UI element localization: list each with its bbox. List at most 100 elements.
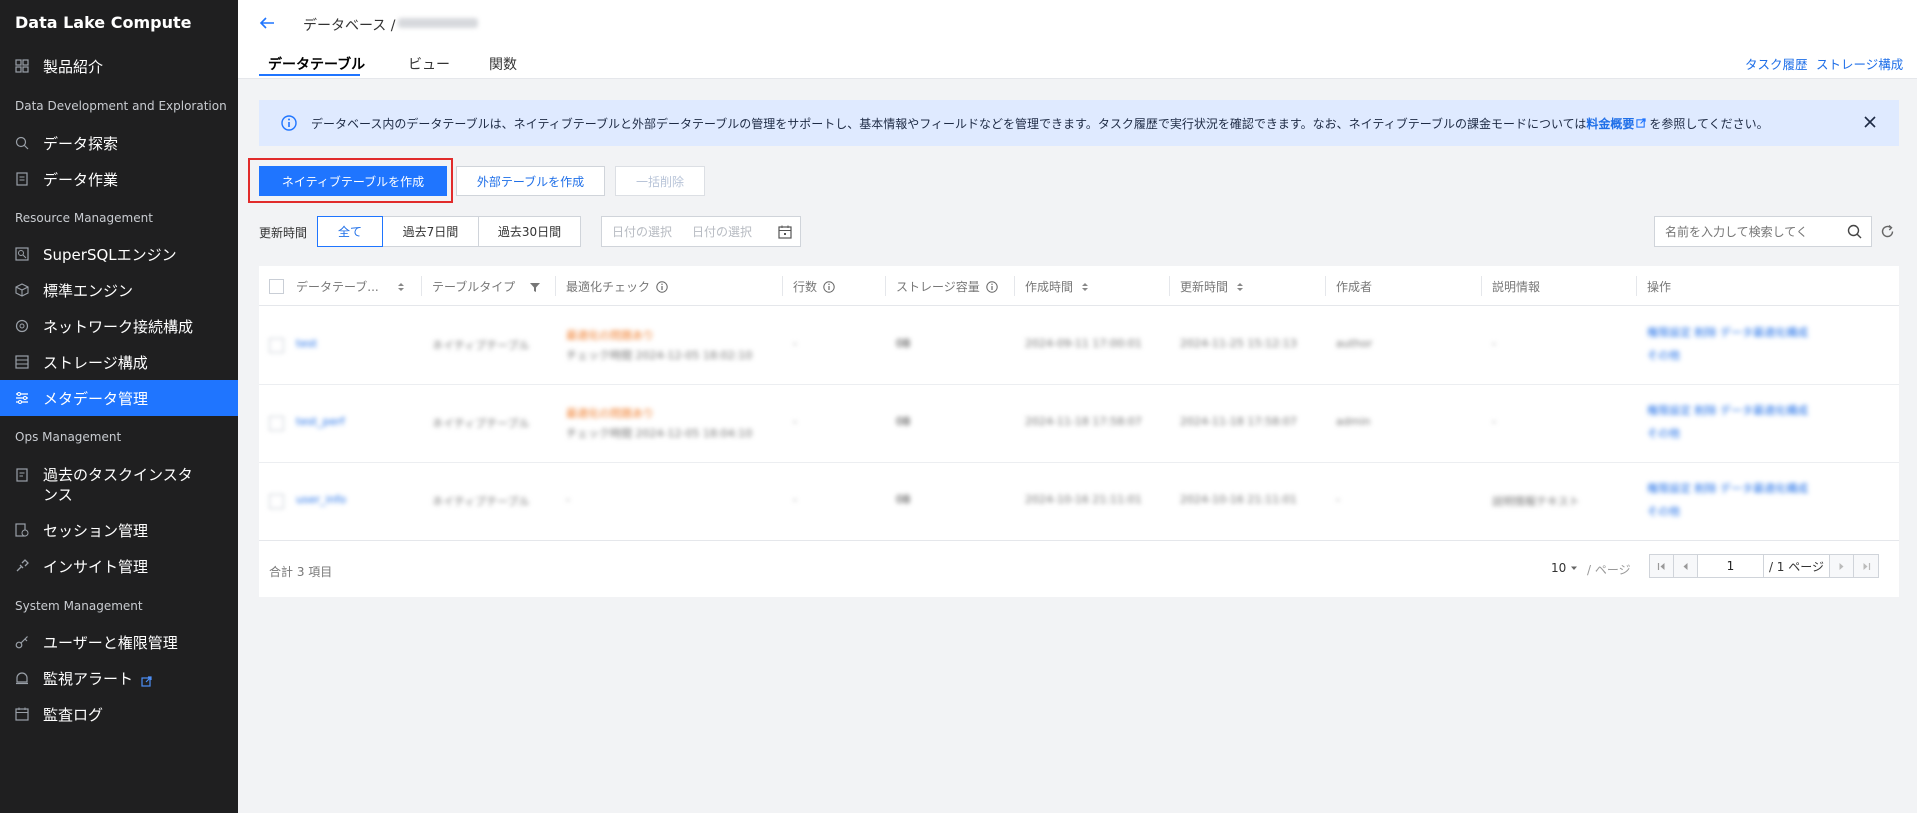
sidebar-item-task-history[interactable]: 過去のタスクインスタンス <box>0 465 238 509</box>
prev-page-button[interactable] <box>1674 555 1698 577</box>
row-actions[interactable]: 権限設定 削除 データ最適化構成 <box>1647 324 1808 340</box>
sidebar-item-users[interactable]: ユーザーと権限管理 <box>0 624 238 660</box>
search-input[interactable] <box>1654 216 1872 247</box>
refresh-icon[interactable] <box>1880 224 1895 239</box>
table-footer: 合計 3 項目 10 / ページ / 1 ページ <box>259 540 1899 597</box>
bulk-delete-button[interactable]: 一括削除 <box>615 166 705 196</box>
column-label: 作成者 <box>1336 280 1373 294</box>
column-header-created[interactable]: 作成時間 <box>1025 278 1091 295</box>
info-icon <box>281 115 297 131</box>
row-checkbox[interactable] <box>269 416 284 431</box>
next-page-button[interactable] <box>1830 555 1854 577</box>
row-more-actions[interactable]: その他 <box>1647 503 1680 519</box>
column-header-type[interactable]: テーブルタイプ <box>432 278 541 295</box>
filter-30-days[interactable]: 過去30日間 <box>478 216 581 247</box>
row-checkbox[interactable] <box>269 338 284 353</box>
sidebar-item-insight[interactable]: インサイト管理 <box>0 548 238 584</box>
row-actions[interactable]: 権限設定 削除 データ最適化構成 <box>1647 402 1808 418</box>
column-divider <box>1636 276 1637 296</box>
back-arrow-icon[interactable] <box>258 14 276 32</box>
info-icon[interactable] <box>986 280 998 293</box>
created-time: 2024-11-18 17:58:07 <box>1025 415 1142 428</box>
sidebar-item-label: インサイト管理 <box>43 557 149 576</box>
page-number-input[interactable] <box>1698 555 1764 577</box>
description: 説明情報テキスト <box>1492 495 1580 508</box>
sidebar-item-metadata[interactable]: メタデータ管理 <box>0 380 238 416</box>
alarm-icon <box>15 671 29 685</box>
calendar-icon[interactable] <box>778 225 792 239</box>
last-page-button[interactable] <box>1854 555 1878 577</box>
pagination: / 1 ページ <box>1649 554 1879 578</box>
storage-config-link[interactable]: ストレージ構成 <box>1816 54 1903 73</box>
sort-icon[interactable] <box>395 281 407 293</box>
pricing-overview-link[interactable]: 料金概要 <box>1586 117 1634 131</box>
sort-icon[interactable] <box>1079 281 1091 293</box>
column-header-name[interactable]: データテーブ... <box>296 278 407 295</box>
column-label: 更新時間 <box>1180 280 1229 294</box>
info-icon[interactable] <box>823 280 835 293</box>
column-divider <box>555 276 556 296</box>
row-more-actions[interactable]: その他 <box>1647 347 1680 363</box>
first-page-icon <box>1657 562 1665 570</box>
sidebar-item-standard-engine[interactable]: 標準エンジン <box>0 272 238 308</box>
section-ops: Ops Management <box>15 430 122 444</box>
date-range-picker[interactable]: 日付の選択 日付の選択 <box>601 216 801 247</box>
table-name-link[interactable]: user_info <box>296 493 346 506</box>
row-count: - <box>793 337 797 350</box>
first-page-button[interactable] <box>1650 555 1674 577</box>
column-header-updated[interactable]: 更新時間 <box>1180 278 1246 295</box>
breadcrumb[interactable]: データベース / <box>303 15 395 35</box>
tab-data-table[interactable]: データテーブル <box>268 54 365 74</box>
info-icon[interactable] <box>656 280 668 293</box>
insight-icon <box>15 559 29 573</box>
close-icon[interactable] <box>1863 115 1877 129</box>
search-data-icon <box>15 136 29 150</box>
column-divider <box>1481 276 1482 296</box>
tab-function[interactable]: 関数 <box>489 54 517 74</box>
filter-all[interactable]: 全て <box>317 216 383 247</box>
storage-size: 0B <box>896 415 911 428</box>
column-header-description: 説明情報 <box>1492 278 1540 295</box>
create-native-table-button[interactable]: ネイティブテーブルを作成 <box>259 166 447 196</box>
sort-icon[interactable] <box>1234 281 1246 293</box>
sidebar-item-audit-log[interactable]: 監査ログ <box>0 696 238 732</box>
sidebar-item-supersql[interactable]: SuperSQLエンジン <box>0 236 238 272</box>
table-row: test ネイティブテーブル 最適化の問題あり チェック時間 2024-12-0… <box>259 307 1899 385</box>
filter-icon[interactable] <box>529 281 541 293</box>
cube-icon <box>15 283 29 297</box>
creator: author <box>1336 337 1373 350</box>
filter-7-days[interactable]: 過去7日間 <box>382 216 479 247</box>
row-checkbox[interactable] <box>269 494 284 509</box>
sidebar-item-session[interactable]: セッション管理 <box>0 512 238 548</box>
per-page-label: / ページ <box>1587 563 1631 577</box>
key-icon <box>15 635 29 649</box>
sidebar-item-data-explore[interactable]: データ探索 <box>0 125 238 161</box>
row-more-actions[interactable]: その他 <box>1647 425 1680 441</box>
table-name-link[interactable]: test_perf <box>296 415 345 428</box>
task-history-link[interactable]: タスク履歴 <box>1745 54 1808 73</box>
description: - <box>1492 337 1496 350</box>
network-icon <box>15 319 29 333</box>
sidebar: Data Lake Compute 製品紹介 Data Development … <box>0 0 238 813</box>
table-name-link[interactable]: test <box>296 337 317 350</box>
column-divider <box>1014 276 1015 296</box>
tab-view[interactable]: ビュー <box>408 54 450 74</box>
page-size-select[interactable]: 10 <box>1551 561 1578 575</box>
external-link-icon <box>1636 117 1647 128</box>
column-header-rows: 行数 <box>793 278 835 295</box>
row-actions[interactable]: 権限設定 削除 データ最適化構成 <box>1647 480 1808 496</box>
sidebar-item-data-job[interactable]: データ作業 <box>0 161 238 197</box>
sidebar-item-product-intro[interactable]: 製品紹介 <box>0 48 238 84</box>
sidebar-item-storage[interactable]: ストレージ構成 <box>0 344 238 380</box>
create-external-table-button[interactable]: 外部テーブルを作成 <box>456 166 605 196</box>
sidebar-item-network[interactable]: ネットワーク接続構成 <box>0 308 238 344</box>
active-tab-indicator <box>259 74 360 76</box>
column-label: 説明情報 <box>1492 280 1541 294</box>
external-link-icon <box>141 673 152 687</box>
column-divider <box>1325 276 1326 296</box>
sidebar-item-alarm[interactable]: 監視アラート <box>0 660 238 696</box>
created-time: 2024-09-11 17:00:01 <box>1025 337 1142 350</box>
select-all-checkbox[interactable] <box>269 279 284 294</box>
banner-text-before: データベース内のデータテーブルは、ネイティブテーブルと外部データテーブルの管理を… <box>311 116 1587 131</box>
updated-time: 2024-11-25 15:12:13 <box>1180 337 1297 350</box>
